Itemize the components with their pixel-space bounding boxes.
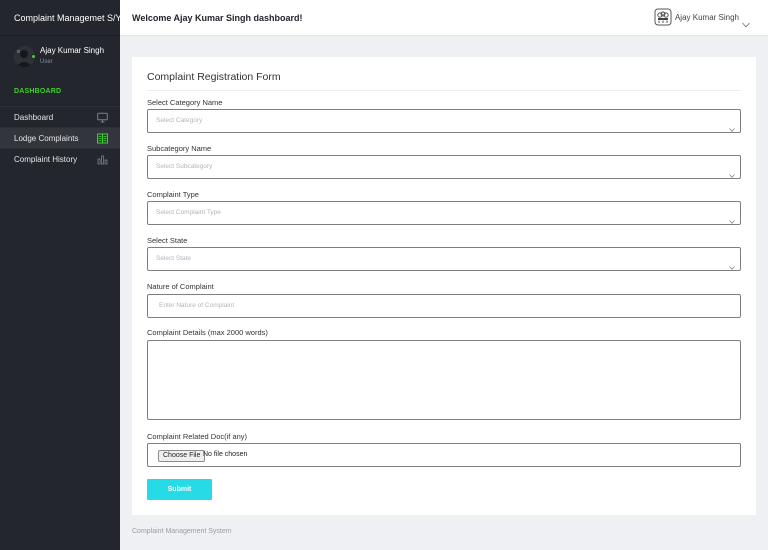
complaint-form-card: Complaint Registration Form Select Categ… [132, 57, 756, 515]
state-placeholder: Select State [156, 255, 192, 262]
category-select[interactable]: Select Category [147, 109, 741, 133]
sidebar-section-label: DASHBOARD [14, 88, 62, 95]
profile-name: Ajay Kumar Singh [40, 46, 105, 55]
chevron-down-icon [729, 165, 735, 178]
chevron-down-icon [729, 211, 735, 224]
sidebar-nav: Dashboard Lodge Complaints Complaint His… [0, 106, 120, 169]
doc-label: Complaint Related Doc(if any) [147, 432, 248, 441]
choose-file-button[interactable]: Choose File [158, 450, 206, 462]
complaint-type-label: Complaint Type [147, 190, 199, 199]
details-textarea[interactable] [147, 340, 741, 420]
sidebar-item-dashboard[interactable]: Dashboard [0, 106, 120, 127]
sidebar-item-label: Lodge Complaints [14, 134, 79, 143]
welcome-message: Welcome Ajay Kumar Singh dashboard! [132, 13, 303, 23]
subcategory-placeholder: Select Subcategory [156, 163, 213, 170]
sidebar-item-complaint-history[interactable]: Complaint History [0, 148, 120, 169]
subcategory-select[interactable]: Select Subcategory [147, 155, 741, 179]
sidebar: Complaint Managemet S/Y Ajay Kumar Singh… [0, 0, 122, 550]
book-icon [97, 133, 108, 144]
details-label: Complaint Details (max 2000 words) [147, 328, 268, 337]
monitor-icon [97, 112, 108, 123]
profile-role: User [40, 59, 53, 65]
form-title: Complaint Registration Form [147, 71, 281, 83]
app-brand[interactable]: Complaint Managemet S/Y [0, 0, 122, 36]
subcategory-label: Subcategory Name [147, 144, 212, 153]
chevron-down-icon [729, 119, 735, 132]
sidebar-item-label: Complaint History [14, 155, 78, 164]
bar-chart-icon [97, 154, 108, 165]
national-emblem-icon [654, 8, 672, 26]
nature-placeholder: Enter Nature of Complaint [159, 302, 235, 309]
nature-label: Nature of Complaint [147, 282, 214, 291]
complaint-type-placeholder: Select Complaint Type [156, 209, 221, 216]
header-user-name: Ajay Kumar Singh [674, 13, 739, 22]
user-profile: Ajay Kumar Singh User [14, 44, 114, 70]
doc-file-input[interactable]: Choose File No file chosen [147, 443, 741, 467]
chevron-down-icon [729, 257, 735, 270]
category-placeholder: Select Category [156, 117, 203, 124]
sidebar-item-lodge-complaints[interactable]: Lodge Complaints [0, 127, 120, 148]
chevron-down-icon [742, 15, 750, 28]
state-label: Select State [147, 236, 188, 245]
nature-input[interactable]: Enter Nature of Complaint [147, 294, 741, 318]
file-status: No file chosen [203, 451, 248, 458]
state-select[interactable]: Select State [147, 247, 741, 271]
complaint-type-select[interactable]: Select Complaint Type [147, 201, 741, 225]
submit-button[interactable]: Submit [147, 479, 212, 500]
footer-text: Complaint Management System [132, 528, 232, 535]
sidebar-item-label: Dashboard [14, 113, 54, 122]
online-status-dot [31, 54, 36, 59]
top-bar: Welcome Ajay Kumar Singh dashboard! Ajay… [120, 0, 768, 36]
category-label: Select Category Name [147, 98, 223, 107]
divider [147, 90, 741, 91]
